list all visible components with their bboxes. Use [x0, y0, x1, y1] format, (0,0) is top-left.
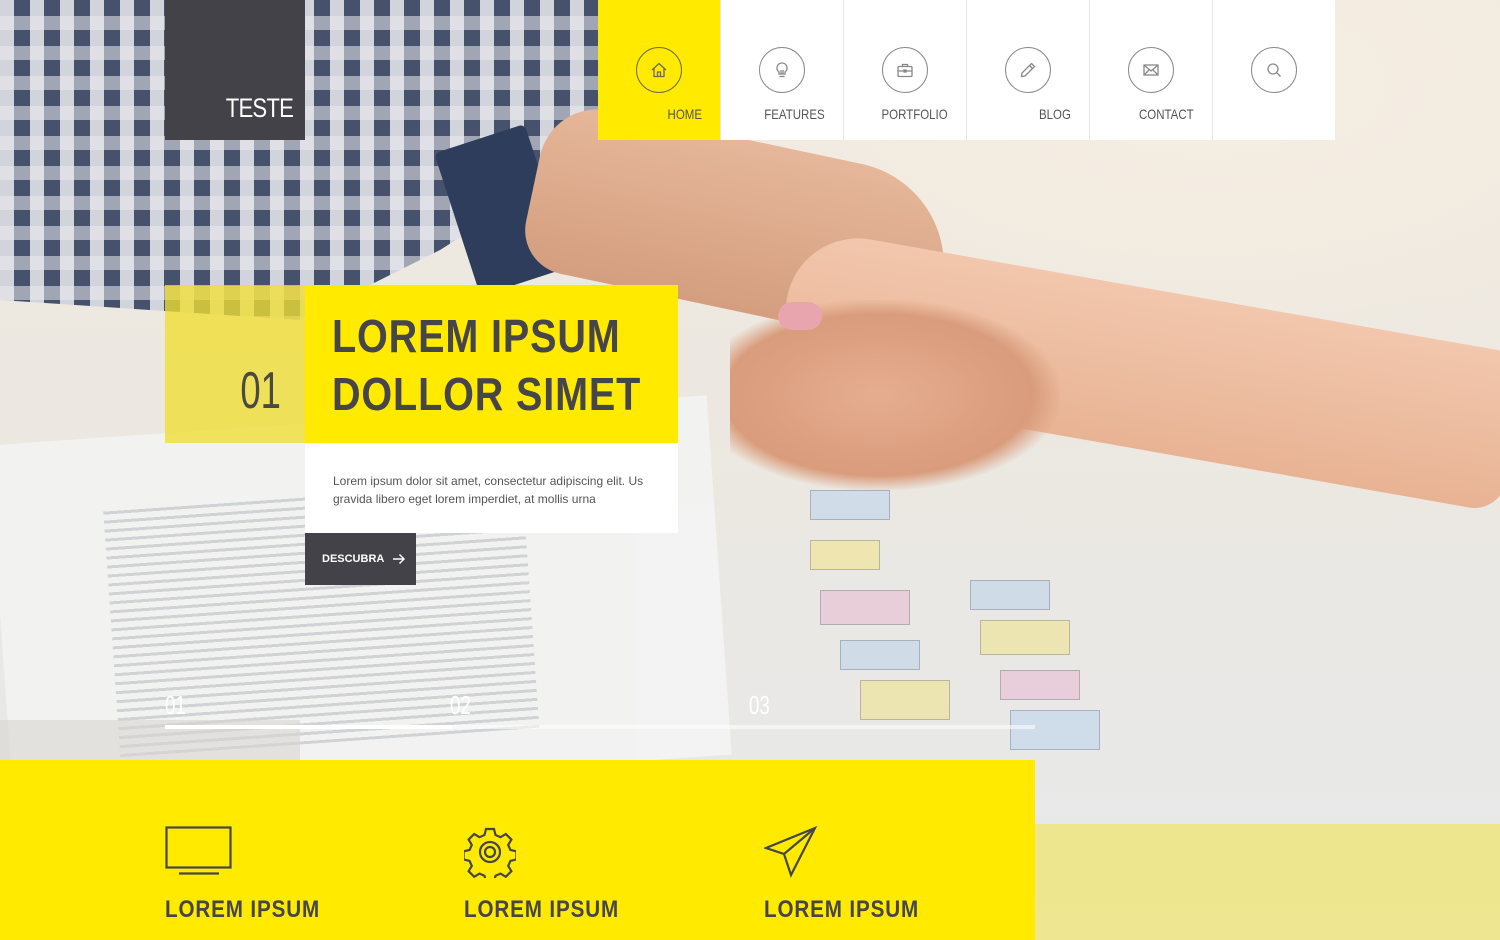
nav-label-home: HOME: [667, 106, 702, 122]
descubra-button-label: DESCUBRA: [322, 553, 385, 565]
feature-card-3: LOREM IPSUM: [762, 825, 1024, 924]
search-icon: [1251, 47, 1297, 93]
nav-label-features: FEATURES: [764, 106, 825, 122]
nav-label-blog: BLOG: [1039, 106, 1071, 122]
home-icon: [636, 47, 682, 93]
feature-title-2: LOREM IPSUM: [464, 896, 620, 923]
nav-item-contact[interactable]: CONTACT: [1090, 0, 1213, 140]
slider-page-2[interactable]: 02: [450, 690, 471, 721]
slider-page-3[interactable]: 03: [749, 690, 770, 721]
paper-plane-icon: [762, 825, 1024, 882]
descubra-button[interactable]: DESCUBRA: [305, 533, 416, 585]
features-band: LOREM IPSUM LOREM IPSUM LOREM IPSUM: [0, 760, 1035, 940]
slide-number-box: 01: [165, 285, 305, 443]
brand-name: TESTE: [225, 93, 294, 123]
envelope-icon: [1128, 47, 1174, 93]
gear-icon: [462, 826, 724, 883]
nav-label-contact: CONTACT: [1139, 106, 1194, 122]
arrow-right-icon: [393, 553, 406, 565]
nav-item-search[interactable]: [1213, 0, 1335, 140]
slider-progress-track: [165, 725, 1035, 729]
feature-card-2: LOREM IPSUM: [462, 826, 724, 924]
nav-item-portfolio[interactable]: PORTFOLIO: [844, 0, 967, 140]
pencil-icon: [1005, 47, 1051, 93]
hero-description: Lorem ipsum dolor sit amet, consectetur …: [305, 443, 678, 533]
briefcase-icon: [882, 47, 928, 93]
main-nav: HOME FEATURES PORTFOLIO BLOG CONTACT: [598, 0, 1335, 140]
feature-card-1: LOREM IPSUM: [165, 826, 425, 924]
nav-item-features[interactable]: FEATURES: [721, 0, 844, 140]
hero-title-line-1: LOREM IPSUM: [332, 310, 621, 362]
band-fade-overlay: [1035, 824, 1500, 940]
hero-title-line-2: DOLLOR SIMET: [332, 368, 642, 420]
brand-logo[interactable]: TESTE: [165, 0, 305, 140]
nav-label-portfolio: PORTFOLIO: [881, 106, 948, 122]
slider-progress-fill: [165, 725, 453, 729]
lightbulb-icon: [759, 47, 805, 93]
slider-page-1[interactable]: 01: [165, 690, 186, 721]
hero-headline: LOREM IPSUM DOLLOR SIMET: [305, 285, 678, 443]
nav-item-blog[interactable]: BLOG: [967, 0, 1090, 140]
feature-title-1: LOREM IPSUM: [165, 896, 321, 923]
slide-number: 01: [240, 362, 281, 420]
nav-item-home[interactable]: HOME: [598, 0, 721, 140]
monitor-icon: [165, 826, 425, 882]
slider-pager: 01 02 03: [165, 690, 1035, 730]
feature-title-3: LOREM IPSUM: [764, 896, 920, 923]
